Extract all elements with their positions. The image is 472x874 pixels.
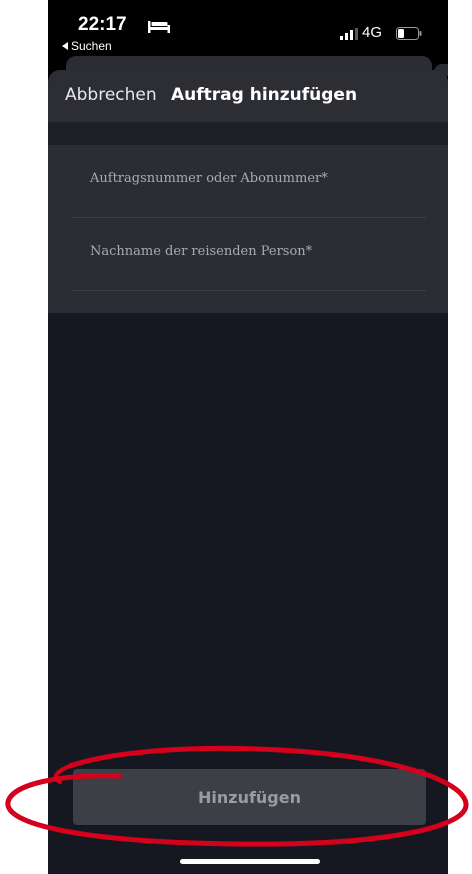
phone-screen: 22:17 Suchen 4G Abbrechen Auftrag hinzuf… bbox=[48, 0, 448, 874]
add-button[interactable]: Hinzufügen bbox=[73, 769, 426, 825]
network-type: 4G bbox=[362, 24, 383, 41]
nav-bar: Abbrechen Auftrag hinzufügen bbox=[48, 70, 448, 122]
signal-icon bbox=[340, 28, 358, 40]
cancel-button[interactable]: Abbrechen bbox=[65, 85, 157, 105]
status-time: 22:17 bbox=[78, 14, 127, 35]
add-button-label: Hinzufügen bbox=[197, 787, 301, 807]
back-arrow-icon bbox=[62, 42, 68, 50]
order-number-field[interactable]: Auftragsnummer oder Abonummer* bbox=[72, 145, 426, 218]
status-bar: 22:17 Suchen 4G bbox=[48, 0, 448, 56]
order-number-placeholder: Auftragsnummer oder Abonummer* bbox=[90, 171, 328, 186]
page-title: Auftrag hinzufügen bbox=[171, 85, 358, 105]
last-name-field[interactable]: Nachname der reisenden Person* bbox=[72, 218, 426, 291]
battery-icon bbox=[396, 27, 422, 40]
add-order-sheet: Abbrechen Auftrag hinzufügen Auftragsnum… bbox=[48, 70, 448, 874]
last-name-placeholder: Nachname der reisenden Person* bbox=[90, 244, 313, 259]
back-to-search-link[interactable]: Suchen bbox=[62, 39, 112, 53]
back-link-label: Suchen bbox=[71, 39, 112, 53]
section-spacer bbox=[48, 122, 448, 145]
bed-icon bbox=[148, 21, 170, 33]
order-form: Auftragsnummer oder Abonummer* Nachname … bbox=[48, 145, 448, 313]
home-indicator bbox=[180, 859, 320, 864]
